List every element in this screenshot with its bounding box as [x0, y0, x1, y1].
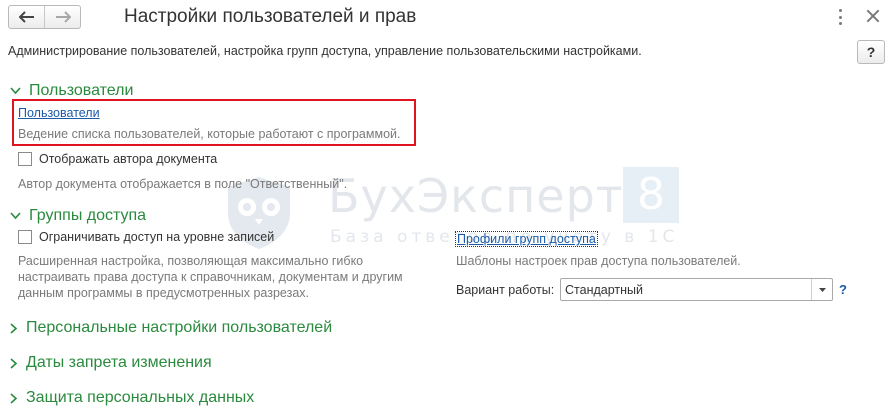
triangle-down-icon	[818, 287, 826, 292]
navigation-buttons	[8, 5, 81, 29]
profiles-hint: Шаблоны настроек прав доступа пользовате…	[456, 254, 741, 268]
close-icon[interactable]	[866, 9, 880, 23]
restrict-access-checkbox[interactable]	[18, 230, 32, 244]
work-variant-label: Вариант работы:	[456, 283, 555, 297]
chevron-right-icon	[10, 392, 18, 404]
forward-button[interactable]	[44, 6, 80, 28]
section-users-title: Пользователи	[29, 82, 134, 99]
section-personal-settings-title: Персональные настройки пользователей	[26, 319, 333, 336]
dropdown-button[interactable]	[811, 279, 832, 300]
section-users[interactable]: Пользователи	[10, 82, 133, 100]
section-personal-settings[interactable]: Персональные настройки пользователей	[10, 319, 332, 337]
show-author-checkbox[interactable]	[18, 152, 32, 166]
section-access-groups-title: Группы доступа	[29, 207, 147, 224]
section-change-prohibition-dates[interactable]: Даты запрета изменения	[10, 354, 212, 372]
access-group-profiles-link[interactable]: Профили групп доступа	[455, 231, 598, 247]
work-variant-value: Стандартный	[565, 283, 643, 297]
section-personal-data-protection[interactable]: Защита персональных данных	[10, 389, 254, 407]
page-title: Настройки пользователей и прав	[124, 6, 417, 27]
show-author-label: Отображать автора документа	[39, 152, 218, 166]
show-author-option[interactable]: Отображать автора документа	[18, 152, 217, 166]
section-personal-data-protection-title: Защита персональных данных	[26, 389, 255, 406]
watermark-brand: БухЭксперт	[328, 169, 624, 223]
restrict-access-label: Ограничивать доступ на уровне записей	[39, 230, 275, 244]
show-author-hint: Автор документа отображается в поле "Отв…	[18, 177, 348, 191]
restrict-access-option[interactable]: Ограничивать доступ на уровне записей	[18, 230, 274, 244]
chevron-down-icon	[10, 212, 21, 220]
back-button[interactable]	[9, 6, 44, 28]
section-change-prohibition-dates-title: Даты запрета изменения	[26, 354, 212, 371]
arrow-right-icon	[55, 11, 71, 23]
restrict-hint-line-3: данным программы в предусмотренных разре…	[18, 286, 309, 300]
users-link[interactable]: Пользователи	[18, 106, 100, 120]
kebab-menu-icon[interactable]	[834, 9, 846, 25]
arrow-left-icon	[18, 11, 34, 23]
users-link-hint: Ведение списка пользователей, которые ра…	[18, 127, 401, 141]
chevron-right-icon	[10, 357, 18, 369]
help-button[interactable]: ?	[857, 40, 885, 64]
chevron-down-icon	[10, 87, 21, 95]
page-description: Администрирование пользователей, настрой…	[8, 44, 642, 58]
chevron-right-icon	[10, 322, 18, 334]
work-variant-select[interactable]: Стандартный	[560, 278, 833, 301]
work-variant-help-link[interactable]: ?	[839, 282, 847, 297]
watermark-badge: 8	[623, 167, 679, 223]
section-access-groups[interactable]: Группы доступа	[10, 207, 146, 225]
